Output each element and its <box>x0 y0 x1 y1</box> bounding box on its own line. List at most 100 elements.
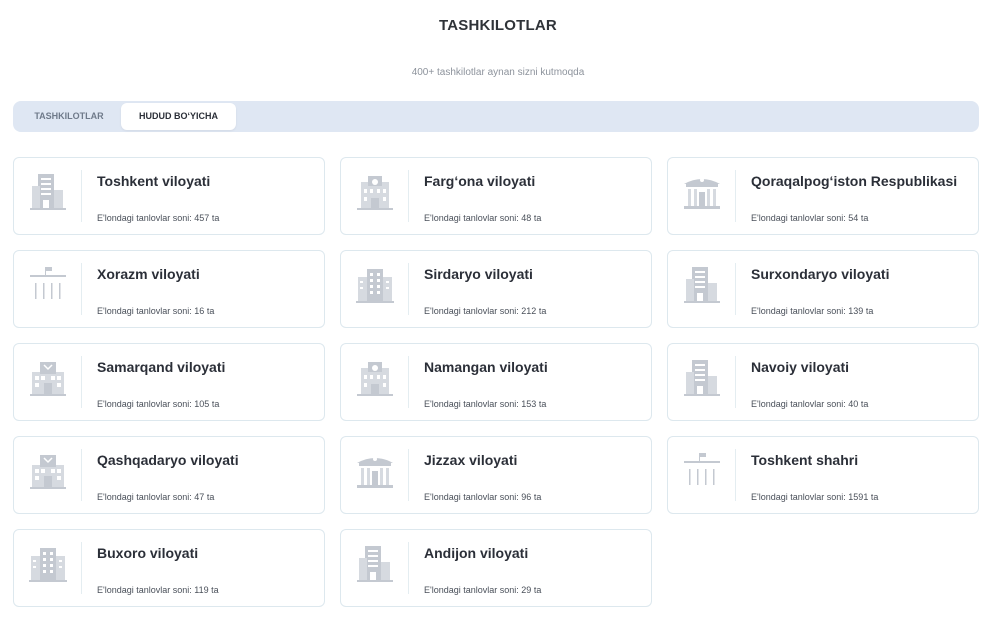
tab-bar: TASHKILOTLAR HUDUD BO‘YICHA <box>13 101 979 132</box>
region-count: E'londagi tanlovlar soni: 1591 ta <box>751 492 878 502</box>
region-card[interactable]: Qoraqalpog‘iston Respublikasi E'londagi … <box>667 157 979 235</box>
count-label: E'londagi tanlovlar soni: <box>424 306 519 316</box>
count-unit: ta <box>865 306 874 316</box>
count-label: E'londagi tanlovlar soni: <box>424 399 519 409</box>
region-count: E'londagi tanlovlar soni: 48 ta <box>424 213 541 223</box>
divider <box>81 356 82 408</box>
count-value: 40 <box>848 399 859 409</box>
region-name: Toshkent viloyati <box>97 173 211 189</box>
count-label: E'londagi tanlovlar soni: <box>97 399 192 409</box>
count-value: 457 <box>194 213 210 223</box>
region-card[interactable]: Qashqadaryo viloyati E'londagi tanlovlar… <box>13 436 325 514</box>
apartment-building-icon <box>353 263 397 307</box>
count-unit: ta <box>211 399 220 409</box>
divider <box>735 170 736 222</box>
page-title: TASHKILOTLAR <box>439 17 557 34</box>
region-card[interactable]: Namangan viloyati E'londagi tanlovlar so… <box>340 343 652 421</box>
region-name: Farg‘ona viloyati <box>424 173 536 189</box>
count-unit: ta <box>206 492 215 502</box>
count-unit: ta <box>533 585 542 595</box>
region-card[interactable]: Surxondaryo viloyati E'londagi tanlovlar… <box>667 250 979 328</box>
divider <box>735 263 736 315</box>
region-count: E'londagi tanlovlar soni: 40 ta <box>751 399 868 409</box>
region-count: E'londagi tanlovlar soni: 119 ta <box>97 585 219 595</box>
count-unit: ta <box>538 306 547 316</box>
region-name: Andijon viloyati <box>424 545 529 561</box>
region-count: E'londagi tanlovlar soni: 16 ta <box>97 306 214 316</box>
region-name: Qashqadaryo viloyati <box>97 452 239 468</box>
count-value: 54 <box>848 213 859 223</box>
divider <box>408 542 409 594</box>
office-building-icon <box>680 263 724 307</box>
region-card[interactable]: Samarqand viloyati E'londagi tanlovlar s… <box>13 343 325 421</box>
region-card[interactable]: Buxoro viloyati E'londagi tanlovlar soni… <box>13 529 325 607</box>
region-count: E'londagi tanlovlar soni: 96 ta <box>424 492 541 502</box>
count-unit: ta <box>538 399 547 409</box>
count-value: 153 <box>521 399 537 409</box>
count-unit: ta <box>870 492 879 502</box>
divider <box>81 449 82 501</box>
region-name: Xorazm viloyati <box>97 266 200 282</box>
count-label: E'londagi tanlovlar soni: <box>97 492 192 502</box>
count-unit: ta <box>533 492 542 502</box>
count-value: 47 <box>194 492 205 502</box>
region-card[interactable]: Toshkent viloyati E'londagi tanlovlar so… <box>13 157 325 235</box>
region-count: E'londagi tanlovlar soni: 212 ta <box>424 306 546 316</box>
region-name: Namangan viloyati <box>424 359 548 375</box>
divider <box>408 170 409 222</box>
columns-building-icon <box>680 449 724 493</box>
government-building-icon <box>353 356 397 400</box>
region-name: Navoiy viloyati <box>751 359 850 375</box>
region-count: E'londagi tanlovlar soni: 47 ta <box>97 492 214 502</box>
region-card[interactable]: Navoiy viloyati E'londagi tanlovlar soni… <box>667 343 979 421</box>
region-count: E'londagi tanlovlar soni: 29 ta <box>424 585 541 595</box>
count-label: E'londagi tanlovlar soni: <box>97 585 192 595</box>
count-value: 119 <box>194 585 209 595</box>
count-label: E'londagi tanlovlar soni: <box>424 213 519 223</box>
government-building-icon <box>353 170 397 214</box>
museum-building-icon <box>680 170 724 214</box>
region-card[interactable]: Toshkent shahri E'londagi tanlovlar soni… <box>667 436 979 514</box>
count-value: 212 <box>521 306 537 316</box>
region-card[interactable]: Andijon viloyati E'londagi tanlovlar son… <box>340 529 652 607</box>
region-name: Surxondaryo viloyati <box>751 266 890 282</box>
region-name: Qoraqalpog‘iston Respublikasi <box>751 173 958 189</box>
count-unit: ta <box>860 213 869 223</box>
region-name: Samarqand viloyati <box>97 359 226 375</box>
region-card[interactable]: Jizzax viloyati E'londagi tanlovlar soni… <box>340 436 652 514</box>
region-count: E'londagi tanlovlar soni: 105 ta <box>97 399 219 409</box>
count-unit: ta <box>206 306 215 316</box>
region-card[interactable]: Sirdaryo viloyati E'londagi tanlovlar so… <box>340 250 652 328</box>
divider <box>81 170 82 222</box>
office-building-icon <box>353 542 397 586</box>
count-label: E'londagi tanlovlar soni: <box>97 213 192 223</box>
count-unit: ta <box>533 213 542 223</box>
region-name: Toshkent shahri <box>751 452 859 468</box>
count-value: 139 <box>848 306 864 316</box>
count-label: E'londagi tanlovlar soni: <box>424 585 519 595</box>
count-label: E'londagi tanlovlar soni: <box>424 492 519 502</box>
school-building-icon <box>26 356 70 400</box>
apartment-building-icon <box>26 542 70 586</box>
columns-building-icon <box>26 263 70 307</box>
count-unit: ta <box>211 585 219 595</box>
tab-by-region[interactable]: HUDUD BO‘YICHA <box>121 103 236 130</box>
count-label: E'londagi tanlovlar soni: <box>751 399 846 409</box>
divider <box>408 449 409 501</box>
region-name: Jizzax viloyati <box>424 452 518 468</box>
divider <box>735 356 736 408</box>
region-count: E'londagi tanlovlar soni: 457 ta <box>97 213 219 223</box>
count-value: 16 <box>194 306 205 316</box>
count-label: E'londagi tanlovlar soni: <box>751 213 846 223</box>
count-label: E'londagi tanlovlar soni: <box>751 306 846 316</box>
region-count: E'londagi tanlovlar soni: 139 ta <box>751 306 873 316</box>
region-card[interactable]: Farg‘ona viloyati E'londagi tanlovlar so… <box>340 157 652 235</box>
divider <box>408 356 409 408</box>
count-value: 48 <box>521 213 532 223</box>
school-building-icon <box>26 449 70 493</box>
tab-organizations[interactable]: TASHKILOTLAR <box>17 103 121 130</box>
region-card[interactable]: Xorazm viloyati E'londagi tanlovlar soni… <box>13 250 325 328</box>
region-count: E'londagi tanlovlar soni: 153 ta <box>424 399 546 409</box>
count-label: E'londagi tanlovlar soni: <box>97 306 192 316</box>
divider <box>408 263 409 315</box>
